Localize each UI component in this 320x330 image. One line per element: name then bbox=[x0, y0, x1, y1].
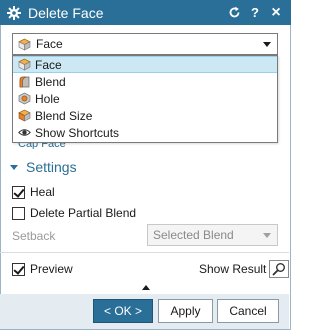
dropdown-item-face[interactable]: Face bbox=[13, 56, 277, 73]
chevron-down-icon bbox=[10, 164, 18, 170]
apply-button[interactable]: Apply bbox=[158, 299, 213, 323]
magnifier-icon bbox=[272, 263, 286, 276]
dropdown-item-blend[interactable]: Blend bbox=[13, 73, 277, 90]
delete-partial-blend-label: Delete Partial Blend bbox=[30, 206, 137, 220]
dropdown-item-label: Hole bbox=[35, 91, 60, 106]
settings-header-label: Settings bbox=[26, 159, 77, 175]
preview-option[interactable]: Preview bbox=[12, 262, 73, 276]
chevron-down-icon bbox=[263, 41, 271, 47]
dropdown-item-label: Face bbox=[35, 57, 62, 72]
heal-option[interactable]: Heal bbox=[12, 185, 55, 199]
dropdown-item-label: Blend bbox=[35, 74, 66, 89]
setback-select[interactable]: Selected Blend bbox=[147, 224, 278, 246]
chevron-down-icon bbox=[263, 232, 271, 238]
dropdown-item-label: Show Shortcuts bbox=[35, 125, 120, 140]
blend-size-icon bbox=[17, 109, 31, 123]
face-icon bbox=[17, 37, 31, 51]
delete-partial-blend-checkbox[interactable] bbox=[12, 206, 25, 220]
face-icon bbox=[17, 58, 31, 72]
cancel-button[interactable]: Cancel bbox=[217, 299, 279, 323]
type-select-value: Face bbox=[36, 37, 63, 51]
dropdown-item-blend-size[interactable]: Blend Size bbox=[13, 107, 277, 124]
heal-checkbox[interactable] bbox=[12, 185, 25, 199]
setback-label: Setback bbox=[12, 229, 56, 243]
show-result-button[interactable] bbox=[269, 260, 290, 278]
dropdown-item-hole[interactable]: Hole bbox=[13, 90, 277, 107]
reset-icon[interactable] bbox=[227, 5, 241, 21]
heal-label: Heal bbox=[30, 185, 55, 199]
ok-button[interactable]: < OK > bbox=[93, 299, 153, 323]
type-select[interactable]: Face bbox=[12, 33, 278, 55]
cap-face-label: Cap Face bbox=[18, 143, 66, 149]
dropdown-item-label: Blend Size bbox=[35, 108, 93, 123]
settings-section-header[interactable]: Settings bbox=[10, 158, 280, 176]
show-result-label: Show Result bbox=[199, 262, 267, 276]
help-icon[interactable]: ? bbox=[248, 5, 262, 21]
title-bar: Delete Face ? × bbox=[0, 0, 291, 25]
collapse-arrow-icon[interactable] bbox=[142, 285, 150, 290]
setback-select-value: Selected Blend bbox=[153, 228, 234, 242]
close-icon[interactable]: × bbox=[269, 4, 283, 21]
preview-label: Preview bbox=[30, 262, 73, 276]
preview-checkbox[interactable] bbox=[12, 262, 25, 276]
dialog-title: Delete Face bbox=[28, 4, 104, 21]
gear-icon[interactable] bbox=[7, 5, 21, 20]
show-result-group: Show Result bbox=[199, 260, 290, 278]
delete-partial-blend-option[interactable]: Delete Partial Blend bbox=[12, 206, 136, 220]
hole-icon bbox=[17, 92, 31, 106]
type-dropdown-list: Face Blend Hole Blend Size Show Shortcut… bbox=[12, 55, 278, 143]
divider bbox=[0, 252, 289, 253]
eye-icon bbox=[17, 126, 31, 140]
dropdown-item-show-shortcuts[interactable]: Show Shortcuts bbox=[13, 124, 277, 141]
blend-icon bbox=[17, 75, 31, 89]
